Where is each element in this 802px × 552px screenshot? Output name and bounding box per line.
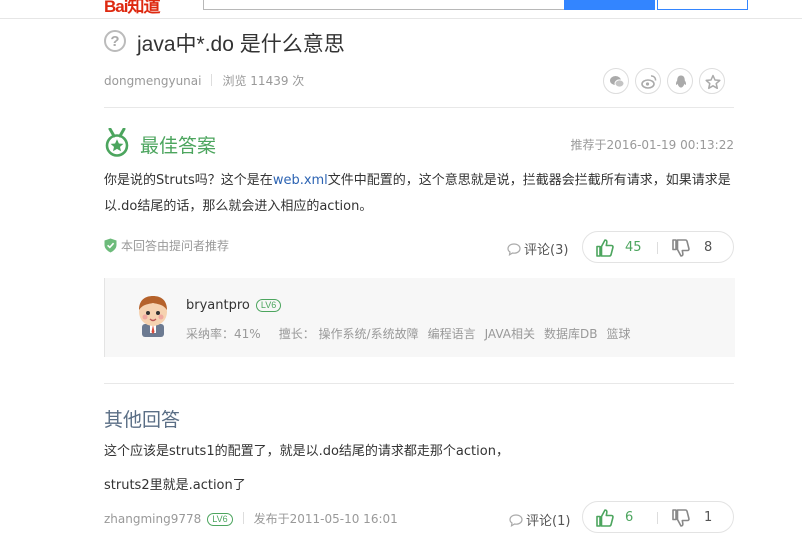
recommend-note-text: 本回答由提问者推荐: [121, 239, 230, 253]
ask-question-button[interactable]: [657, 0, 748, 10]
question-meta: dongmengyunai 浏览 11439 次: [104, 72, 304, 89]
adoption-rate: 采纳率：41%: [186, 327, 261, 341]
weibo-share-button[interactable]: [635, 68, 661, 94]
skill-tag[interactable]: JAVA相关: [485, 327, 535, 341]
other-answer-meta: zhangming9778 LV6 发布于2011-05-10 16:01: [104, 510, 398, 527]
divider: [104, 383, 734, 384]
vote-box: 6 1: [582, 501, 734, 533]
other-answers-title: 其他回答: [104, 410, 181, 431]
comment-icon: [509, 514, 523, 527]
question-author[interactable]: dongmengyunai: [104, 74, 201, 88]
other-answer-author[interactable]: zhangming9778: [104, 512, 201, 526]
skill-tag[interactable]: 数据库DB: [544, 327, 597, 341]
qq-icon: [675, 75, 687, 88]
other-answer-text: struts2里就是.action了: [104, 478, 246, 493]
publish-time: 发布于2011-05-10 16:01: [253, 512, 398, 526]
question-circle-icon: ?: [104, 30, 126, 52]
answerer-stats: 采纳率：41% 擅长： 操作系统/系统故障 编程语言 JAVA相关 数据库DB 篮球: [186, 325, 640, 342]
search-button[interactable]: [564, 0, 655, 10]
web-xml-link[interactable]: web.xml: [273, 173, 328, 188]
divider: [657, 512, 658, 524]
avatar[interactable]: [131, 292, 175, 338]
wechat-share-button[interactable]: [603, 68, 629, 94]
other-answer-text: 这个应该是struts1的配置了，就是以.do结尾的请求都走那个action，: [104, 444, 509, 459]
star-icon: [705, 74, 721, 90]
best-answer-content: 你是说的Struts吗？这个是在web.xml文件中配置的，这个意思就是说，拦截…: [104, 168, 744, 220]
vote-box: 45 8: [582, 231, 734, 263]
skills-label: 擅长：: [278, 327, 315, 341]
downvote-count: 1: [704, 510, 713, 525]
comments-link[interactable]: 评论(3): [507, 239, 568, 258]
comments-count: 评论(1): [526, 514, 571, 529]
site-logo[interactable]: Bai知道: [104, 0, 160, 17]
thumbs-up-icon[interactable]: [595, 508, 615, 528]
skill-tag[interactable]: 篮球: [607, 327, 631, 341]
comments-link[interactable]: 评论(1): [509, 510, 570, 529]
answerer-card: bryantpro LV6 采纳率：41% 擅长： 操作系统/系统故障 编程语言 JAV…: [104, 278, 735, 357]
medal-icon: [104, 127, 130, 162]
comment-icon: [507, 243, 521, 256]
level-badge: LV6: [207, 513, 233, 526]
answer-text-start: 你是说的Struts吗？这个是在: [104, 173, 273, 188]
upvote-count: 6: [625, 510, 634, 525]
top-search-bar: Bai知道: [0, 0, 802, 19]
recommend-note: 本回答由提问者推荐: [104, 237, 229, 254]
favorite-button[interactable]: [699, 68, 725, 94]
wechat-icon: [610, 76, 625, 88]
level-badge: LV6: [255, 299, 282, 312]
divider: [242, 512, 244, 524]
question-title: java中*.do 是什么意思: [137, 33, 345, 56]
recommend-time: 推荐于2016-01-19 00:13:22: [570, 138, 734, 152]
thumbs-down-icon[interactable]: [671, 238, 691, 258]
upvote-count: 45: [625, 240, 642, 255]
answerer-name[interactable]: bryantpro: [186, 298, 250, 313]
answerer-info: bryantpro LV6: [186, 298, 282, 313]
downvote-count: 8: [704, 240, 713, 255]
qq-share-button[interactable]: [667, 68, 693, 94]
thumbs-down-icon[interactable]: [671, 508, 691, 528]
search-input[interactable]: [203, 0, 565, 10]
shield-check-icon: [104, 238, 117, 253]
view-count: 浏览 11439 次: [222, 74, 305, 88]
skill-tag[interactable]: 操作系统/系统故障: [319, 327, 419, 341]
divider: [104, 107, 734, 108]
comments-count: 评论(3): [524, 243, 569, 258]
divider: [211, 74, 213, 86]
skill-tag[interactable]: 编程语言: [428, 327, 476, 341]
weibo-icon: [641, 75, 657, 89]
divider: [657, 242, 658, 254]
best-answer-title: 最佳答案: [140, 136, 217, 157]
thumbs-up-icon[interactable]: [595, 238, 615, 258]
